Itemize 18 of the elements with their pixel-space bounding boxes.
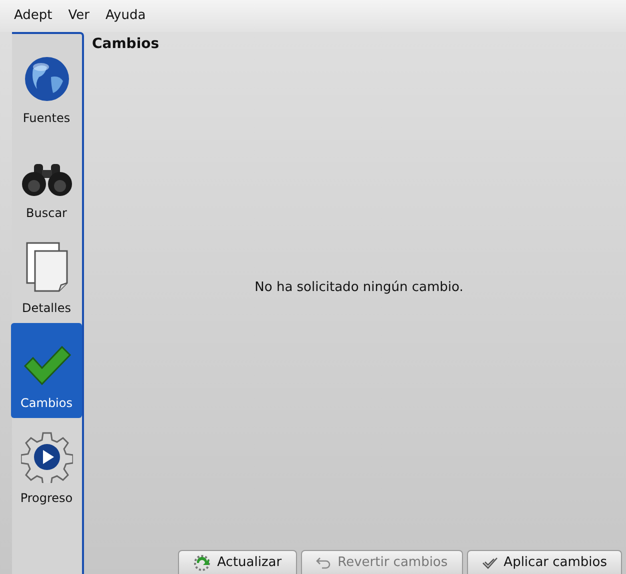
empty-message: No ha solicitado ningún cambio. bbox=[254, 278, 464, 297]
checkmark-icon bbox=[482, 556, 498, 570]
refresh-icon bbox=[193, 554, 212, 572]
sidebar-item[interactable]: Buscar bbox=[11, 133, 82, 228]
page-title: Cambios bbox=[92, 35, 160, 54]
menu-item[interactable]: Ayuda bbox=[104, 6, 148, 26]
menu-item[interactable]: Ver bbox=[66, 6, 92, 26]
undo-icon bbox=[316, 556, 332, 570]
menu-item[interactable]: Adept bbox=[12, 6, 54, 26]
sidebar-item[interactable]: Progreso bbox=[11, 418, 82, 513]
sidebar-item[interactable]: Cambios bbox=[11, 323, 82, 418]
gear-icon bbox=[20, 431, 72, 483]
sidebar-item[interactable]: Fuentes bbox=[11, 38, 82, 133]
checkmark-icon bbox=[22, 344, 72, 388]
globe-icon bbox=[22, 55, 70, 103]
sidebar-item[interactable]: Detalles bbox=[11, 228, 82, 323]
action-button[interactable]: Actualizar bbox=[178, 550, 297, 574]
action-button[interactable]: Aplicar cambios bbox=[466, 550, 622, 574]
